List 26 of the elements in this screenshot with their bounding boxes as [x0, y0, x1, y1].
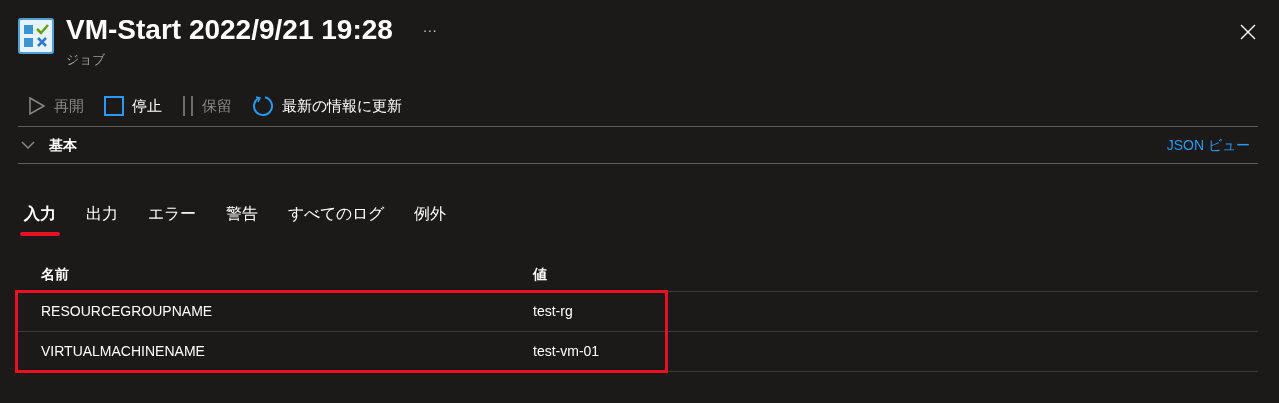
chevron-icon[interactable]: [21, 140, 35, 150]
json-view-link[interactable]: JSON ビュー: [1166, 134, 1250, 156]
close-icon[interactable]: [1240, 24, 1256, 40]
stop-icon: [104, 96, 124, 116]
table-cell-text: VIRTUALMACHINENAME: [41, 342, 206, 361]
toolbar-button[interactable]: 最新の情報に更新: [252, 94, 402, 118]
section-title: 基本: [49, 135, 77, 155]
table-cell-text: RESOURCEGROUPNAME: [41, 302, 214, 321]
table-cell-text: test-vm-01: [533, 342, 600, 361]
refresh-icon: [252, 95, 274, 117]
column-header: 名前: [41, 265, 70, 284]
play-icon: [28, 96, 46, 116]
column-header: 値: [533, 265, 547, 284]
page-title: VM-Start 2022/9/21 19:28: [66, 13, 393, 47]
tab[interactable]: すべてのログ: [284, 202, 388, 236]
toolbar-button[interactable]: 停止: [104, 94, 162, 118]
tab[interactable]: 出力: [82, 202, 122, 236]
more-button[interactable]: ···: [422, 19, 437, 41]
tab[interactable]: 例外: [410, 202, 450, 236]
table-cell-text: test-rg: [533, 302, 573, 321]
page-subtitle: ジョブ: [66, 51, 106, 69]
tab[interactable]: 入力: [20, 202, 60, 236]
tab[interactable]: 警告: [222, 202, 262, 236]
job-checklist-icon: [18, 18, 54, 54]
pause-icon: [182, 95, 194, 117]
tab[interactable]: エラー: [144, 202, 200, 236]
